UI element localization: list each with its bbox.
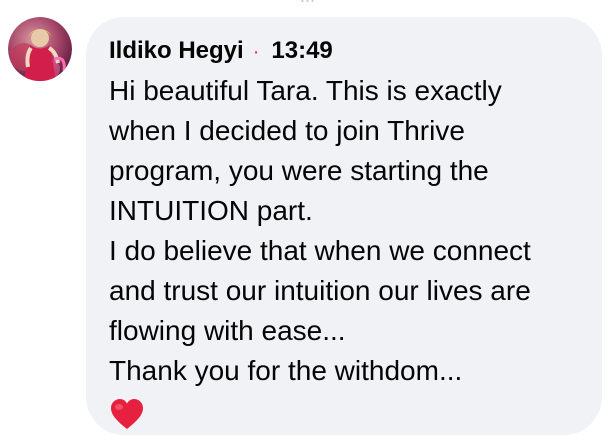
comment-time[interactable]: 13:49 [271, 36, 332, 66]
meta-separator: · [252, 41, 260, 63]
comment-screen: ... Ildiko Hegyi · 13:49 [0, 0, 616, 440]
comment-meta: Ildiko Hegyi · 13:49 [109, 36, 582, 66]
author-name[interactable]: Ildiko Hegyi [109, 36, 244, 66]
comment-line: Hi beautiful Tara. This is exactly [109, 75, 502, 106]
comment-line: INTUITION part. [109, 195, 313, 226]
comment-line: when I decided to join Thrive [109, 115, 465, 146]
comment-line: and trust our intuition our lives are [109, 275, 531, 306]
comment-bubble: Ildiko Hegyi · 13:49 Hi beautiful Tara. … [86, 17, 602, 435]
comment-text: Hi beautiful Tara. This is exactly when … [109, 71, 582, 391]
comment-line: flowing with ease... [109, 315, 346, 346]
avatar[interactable] [8, 17, 72, 81]
comment-line: program, you were starting the [109, 155, 489, 186]
comment-line: Thank you for the withdom... [109, 355, 463, 386]
red-heart-icon [111, 399, 143, 429]
comment-line: I do believe that when we connect [109, 235, 531, 266]
cropped-top-element: ... [300, 0, 315, 7]
